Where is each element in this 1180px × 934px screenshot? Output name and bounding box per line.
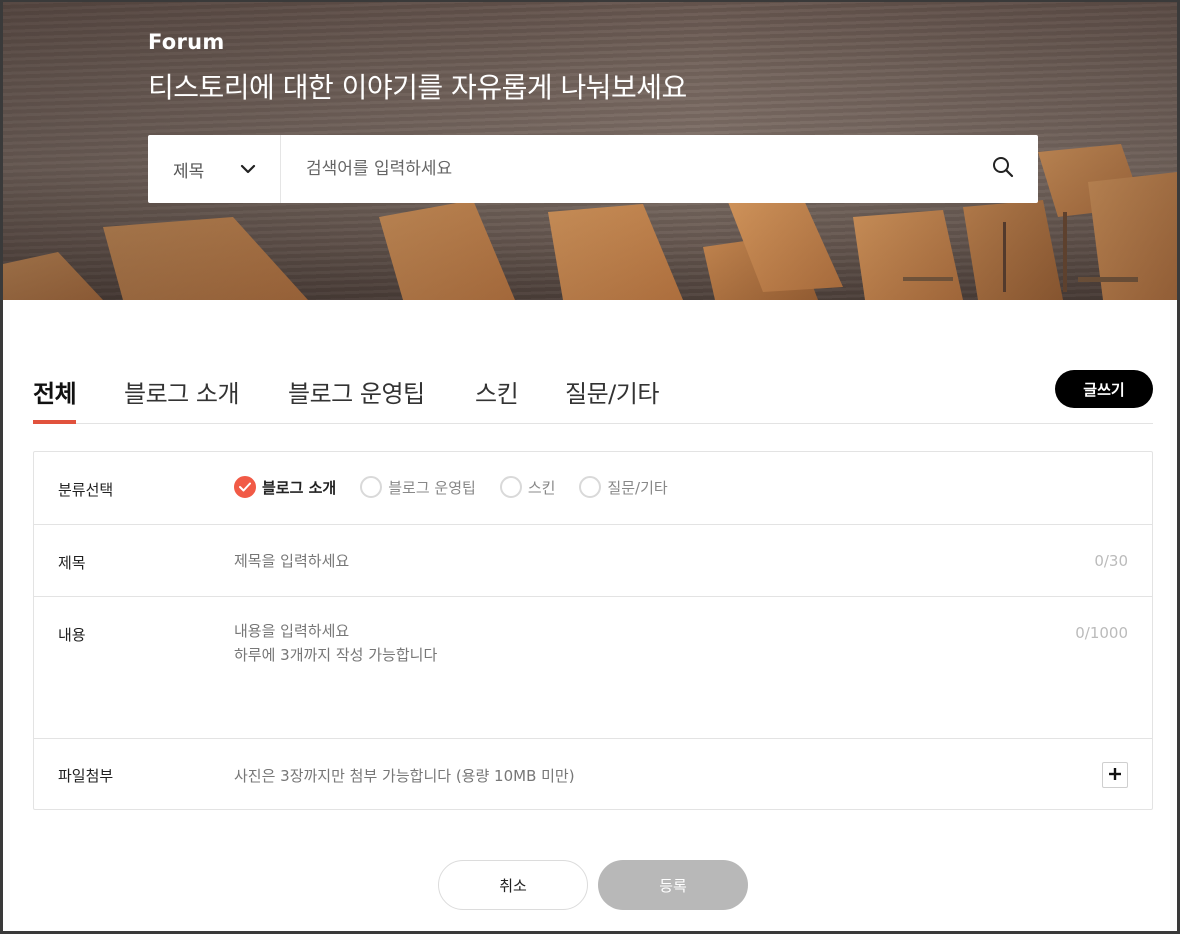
forum-brand-title: Forum — [148, 30, 225, 54]
chevron-down-icon — [240, 161, 256, 181]
radio-questions-etc[interactable]: 질문/기타 — [579, 476, 668, 498]
cancel-button[interactable]: 취소 — [438, 860, 588, 910]
search-bar: 제목 — [148, 135, 1038, 203]
category-radio-group: 블로그 소개 블로그 운영팁 스킨 질문/기타 — [234, 476, 692, 498]
radio-blog-tips[interactable]: 블로그 운영팁 — [360, 476, 476, 498]
content-label: 내용 — [58, 626, 86, 644]
title-input[interactable] — [234, 545, 1054, 577]
category-tabs: 전체 블로그 소개 블로그 운영팁 스킨 질문/기타 — [33, 362, 1153, 424]
category-label: 분류선택 — [58, 481, 114, 499]
title-char-counter: 0/30 — [1094, 552, 1128, 570]
radio-circle-icon — [360, 476, 383, 498]
attachment-label: 파일첨부 — [58, 767, 114, 785]
hero-headline: 티스토리에 대한 이야기를 자유롭게 나눠보세요 — [148, 71, 687, 104]
radio-label: 스킨 — [527, 478, 556, 497]
title-label: 제목 — [58, 554, 86, 572]
write-post-button[interactable]: 글쓰기 — [1055, 370, 1153, 408]
search-icon — [992, 156, 1014, 182]
radio-label: 블로그 소개 — [262, 478, 337, 497]
search-scope-dropdown[interactable]: 제목 — [148, 135, 281, 203]
radio-blog-intro[interactable]: 블로그 소개 — [234, 476, 336, 498]
search-button[interactable] — [968, 135, 1038, 203]
tab-blog-intro[interactable]: 블로그 소개 — [124, 374, 240, 423]
attachment-hint: 사진은 3장까지만 첨부 가능합니다 (용량 10MB 미만) — [234, 767, 575, 785]
attachment-row: 파일첨부 사진은 3장까지만 첨부 가능합니다 (용량 10MB 미만) — [34, 739, 1152, 809]
radio-label: 블로그 운영팁 — [388, 478, 476, 497]
plus-icon — [1108, 766, 1122, 785]
check-icon — [234, 476, 256, 498]
content-textarea[interactable] — [234, 619, 1054, 719]
search-input[interactable] — [281, 135, 968, 203]
tab-blog-tips[interactable]: 블로그 운영팁 — [288, 374, 425, 423]
radio-label: 질문/기타 — [607, 478, 668, 497]
hero-banner: Forum 티스토리에 대한 이야기를 자유롭게 나눠보세요 제목 — [3, 2, 1177, 300]
radio-skin[interactable]: 스킨 — [499, 476, 556, 498]
post-form: 분류선택 블로그 소개 블로그 운영팁 스킨 질문/기타 제목 제목을 입력하세… — [33, 451, 1153, 810]
submit-button[interactable]: 등록 — [598, 860, 748, 910]
radio-circle-icon — [579, 476, 602, 498]
content-row: 내용 0/1000 — [34, 597, 1152, 739]
search-scope-label: 제목 — [173, 161, 205, 182]
add-attachment-button[interactable] — [1102, 762, 1128, 788]
radio-circle-icon — [499, 476, 522, 498]
content-char-counter: 0/1000 — [1075, 624, 1128, 642]
tab-questions-etc[interactable]: 질문/기타 — [565, 374, 659, 423]
tab-skin[interactable]: 스킨 — [475, 374, 519, 423]
forum-page: Forum 티스토리에 대한 이야기를 자유롭게 나눠보세요 제목 전체 블로그… — [0, 0, 1180, 934]
category-row: 분류선택 블로그 소개 블로그 운영팁 스킨 질문/기타 — [34, 452, 1152, 525]
title-row: 제목 0/30 — [34, 525, 1152, 597]
tab-all[interactable]: 전체 — [33, 374, 77, 424]
